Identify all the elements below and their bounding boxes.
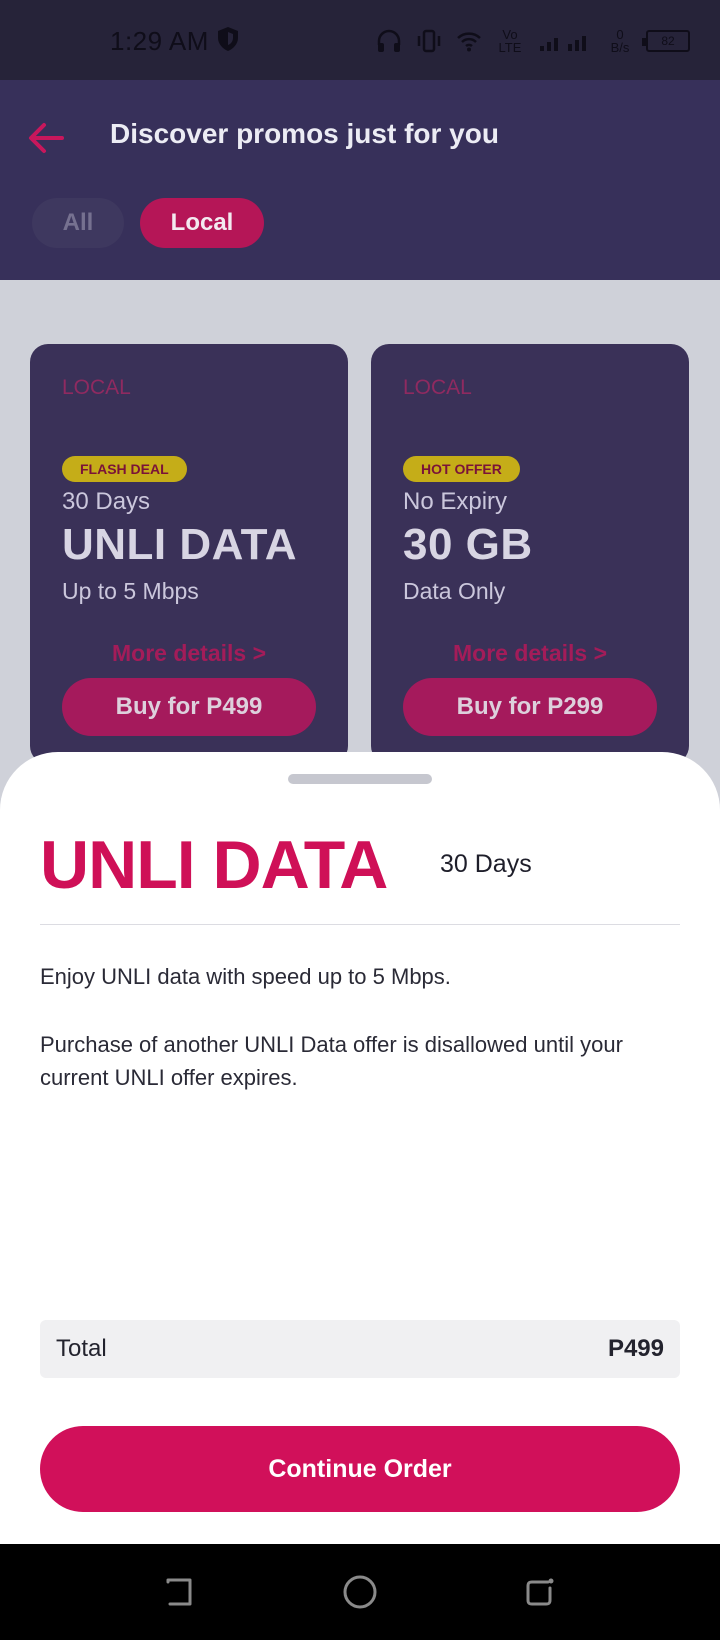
network-speed: 0 B/s: [610, 27, 630, 55]
wifi-icon: [457, 32, 481, 52]
total-label: Total: [56, 1335, 107, 1362]
promo-name: 30 GB: [403, 520, 533, 569]
sheet-description: Enjoy UNLI data with speed up to 5 Mbps.: [40, 964, 451, 989]
shield-icon: [218, 27, 238, 51]
promo-badge: FLASH DEAL: [62, 456, 187, 482]
promo-name: UNLI DATA: [62, 520, 298, 569]
headphones-icon: [377, 29, 401, 52]
buy-button[interactable]: Buy for P299: [403, 678, 657, 736]
promo-detail-sheet: UNLI DATA 30 Days Enjoy UNLI data with s…: [0, 752, 720, 1544]
continue-order-button[interactable]: Continue Order: [40, 1426, 680, 1512]
total-row: Total P499: [40, 1320, 680, 1378]
more-details-link[interactable]: More details >: [371, 640, 689, 667]
page-title: Discover promos just for you: [110, 118, 499, 149]
promo-category: LOCAL: [62, 376, 131, 399]
promo-card[interactable]: LOCAL HOT OFFER No Expiry 30 GB Data Onl…: [371, 344, 689, 764]
sheet-title: UNLI DATA: [40, 827, 388, 903]
promo-category: LOCAL: [403, 376, 472, 399]
sheet-restriction-note: Purchase of another UNLI Data offer is d…: [40, 1032, 623, 1090]
battery-level: 82: [661, 34, 675, 48]
status-time: 1:29 AM: [110, 26, 209, 56]
header: Discover promos just for you All Local: [0, 80, 720, 280]
vibrate-icon: [417, 29, 441, 53]
promo-validity: No Expiry: [403, 488, 508, 515]
system-nav-bar: [0, 1544, 720, 1640]
signal-icon: [540, 36, 586, 51]
promo-detail: Data Only: [403, 578, 506, 604]
divider: [40, 924, 680, 925]
status-bar: 1:29 AM Vo LTE 0 B/s 82: [0, 0, 720, 80]
network-label: Vo LTE: [498, 27, 522, 55]
sheet-validity: 30 Days: [440, 850, 532, 878]
promo-detail: Up to 5 Mbps: [62, 578, 199, 604]
status-icons: Vo LTE 0 B/s 82: [376, 24, 690, 58]
arrow-left-icon[interactable]: [24, 116, 68, 160]
filter-chip-all[interactable]: All: [32, 198, 124, 248]
recent-apps-icon[interactable]: [520, 1572, 560, 1612]
promo-validity: 30 Days: [62, 488, 151, 515]
back-nav-icon[interactable]: [160, 1572, 200, 1612]
promo-card[interactable]: LOCAL FLASH DEAL 30 Days UNLI DATA Up to…: [30, 344, 348, 764]
promo-badge: HOT OFFER: [403, 456, 520, 482]
sheet-drag-handle[interactable]: [288, 774, 432, 784]
home-nav-icon[interactable]: [340, 1572, 380, 1612]
total-value: P499: [607, 1335, 664, 1362]
buy-button[interactable]: Buy for P499: [62, 678, 316, 736]
battery-icon: 82: [642, 30, 690, 52]
more-details-link[interactable]: More details >: [30, 640, 348, 667]
filter-chip-local[interactable]: Local: [140, 198, 264, 248]
